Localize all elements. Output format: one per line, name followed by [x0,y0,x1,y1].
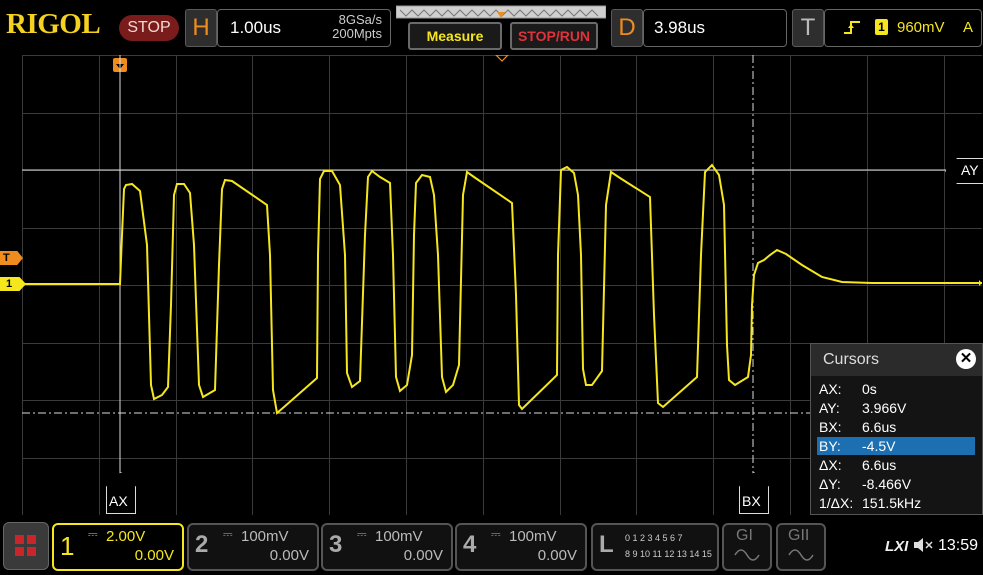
logic-label: L [599,531,614,558]
readout-key: AY: [819,400,840,416]
generator1-label: GI [736,527,753,544]
readout-value: 0s [862,381,877,397]
stop-run-button[interactable]: STOP/RUN [510,22,598,50]
trigger-panel[interactable]: 1 960mV A [824,9,982,47]
channel-offset: 0.00V [537,547,577,564]
trigger-level-marker[interactable]: T [0,251,23,265]
memory-depth: 200Mpts [332,26,382,41]
logic-channels-row1: 0 1 2 3 4 5 6 7 [625,533,683,543]
channel-number: 2 [195,531,209,558]
horizontal-tag[interactable]: H [185,9,217,47]
readout-key: ΔX: [819,457,842,473]
readout-value: 6.6us [862,457,897,473]
readout-value: 151.5kHz [862,495,922,511]
delay-tag[interactable]: D [611,9,643,47]
cursor-ay-text: AY [961,162,979,178]
readout-value: -4.5V [862,438,896,454]
cursor-readout-row[interactable]: BX: 6.6us [817,418,975,436]
mute-speaker-icon[interactable] [913,537,933,553]
cursor-readout-row[interactable]: BY: -4.5V [817,437,975,455]
channel-scale: 100mV [241,528,289,545]
cursor-ax-text: AX [109,493,128,509]
cursor-readout-row[interactable]: AX: 0s [817,380,975,398]
clock: 13:59 [938,537,979,554]
cursor-readout-row[interactable]: ΔX: 6.6us [817,456,975,474]
trigger-tag[interactable]: T [792,9,824,47]
sine-wave-icon [788,549,814,561]
trigger-mode: A [963,19,974,36]
cursor-readout-row[interactable]: ΔY: -8.466V [817,475,975,493]
brand-logo: RIGOL [6,8,101,40]
cursor-bx-text: BX [742,493,761,509]
acquisition-info: 8GSa/s 200Mpts [302,13,382,41]
readout-value: 3.966V [862,400,907,416]
channel-offset: 0.00V [134,547,174,564]
channel-offset: 0.00V [403,547,443,564]
run-state-badge: STOP [119,15,179,41]
trigger-source-badge: 1 [875,19,888,35]
timebase-value: 1.00us [230,18,282,37]
dc-coupling-icon: ⎓ [357,527,367,541]
logic-analyzer-panel[interactable]: L 0 1 2 3 4 5 6 7 8 9 10 11 12 13 14 15 [591,523,719,571]
logic-channels-row2: 8 9 10 11 12 13 14 15 [625,549,712,559]
channel-scale: 100mV [375,528,423,545]
channel-2-panel[interactable]: 2 ⎓ 100mV 0.00V [187,523,319,571]
channel-4-panel[interactable]: 4 ⎓ 100mV 0.00V [455,523,587,571]
channel-3-panel[interactable]: 3 ⎓ 100mV 0.00V [321,523,453,571]
measure-button[interactable]: Measure [408,22,502,50]
dc-coupling-icon: ⎓ [223,527,233,541]
readout-key: 1/ΔX: [819,495,854,511]
delay-value: 3.98us [654,18,706,37]
readout-key: BY: [819,438,841,454]
close-icon[interactable]: ✕ [956,349,976,369]
sample-rate: 8GSa/s [338,12,382,27]
generator2-label: GII [788,527,810,544]
lxi-logo: LXI [885,538,909,555]
horizontal-panel[interactable]: 1.00us 8GSa/s 200Mpts [217,9,391,47]
cursor-readout-row[interactable]: 1/ΔX: 151.5kHz [817,494,975,512]
rising-edge-icon [844,21,860,34]
generator2-panel[interactable]: GII [776,523,826,571]
channel-number: 3 [329,531,343,558]
dc-coupling-icon: ⎓ [88,527,98,541]
readout-key: AX: [819,381,842,397]
dc-coupling-icon: ⎓ [491,527,501,541]
cursor-readout-row[interactable]: AY: 3.966V [817,399,975,417]
sine-wave-icon [734,549,760,561]
delay-panel[interactable]: 3.98us [643,9,787,47]
memory-overview-bar[interactable] [396,4,606,20]
channel-scale: 100mV [509,528,557,545]
home-menu-button[interactable] [3,522,49,570]
channel-offset: 0.00V [269,547,309,564]
generator1-panel[interactable]: GI [722,523,772,571]
channel-1-panel[interactable]: 1 ⎓ 2.00V 0.00V [52,523,184,571]
grid-menu-icon [15,535,36,556]
readout-key: ΔY: [819,476,841,492]
readout-value: -8.466V [862,476,912,492]
channel-number: 4 [463,531,477,558]
channel-number: 1 [60,531,75,561]
cursors-panel: Cursors ✕ AX: 0s AY: 3.966V BX: 6.6us BY: -4.5V… [810,343,983,515]
readout-value: 6.6us [862,419,897,435]
channel-scale: 2.00V [106,528,146,545]
readout-key: BX: [819,419,842,435]
trigger-level: 960mV [897,19,945,36]
